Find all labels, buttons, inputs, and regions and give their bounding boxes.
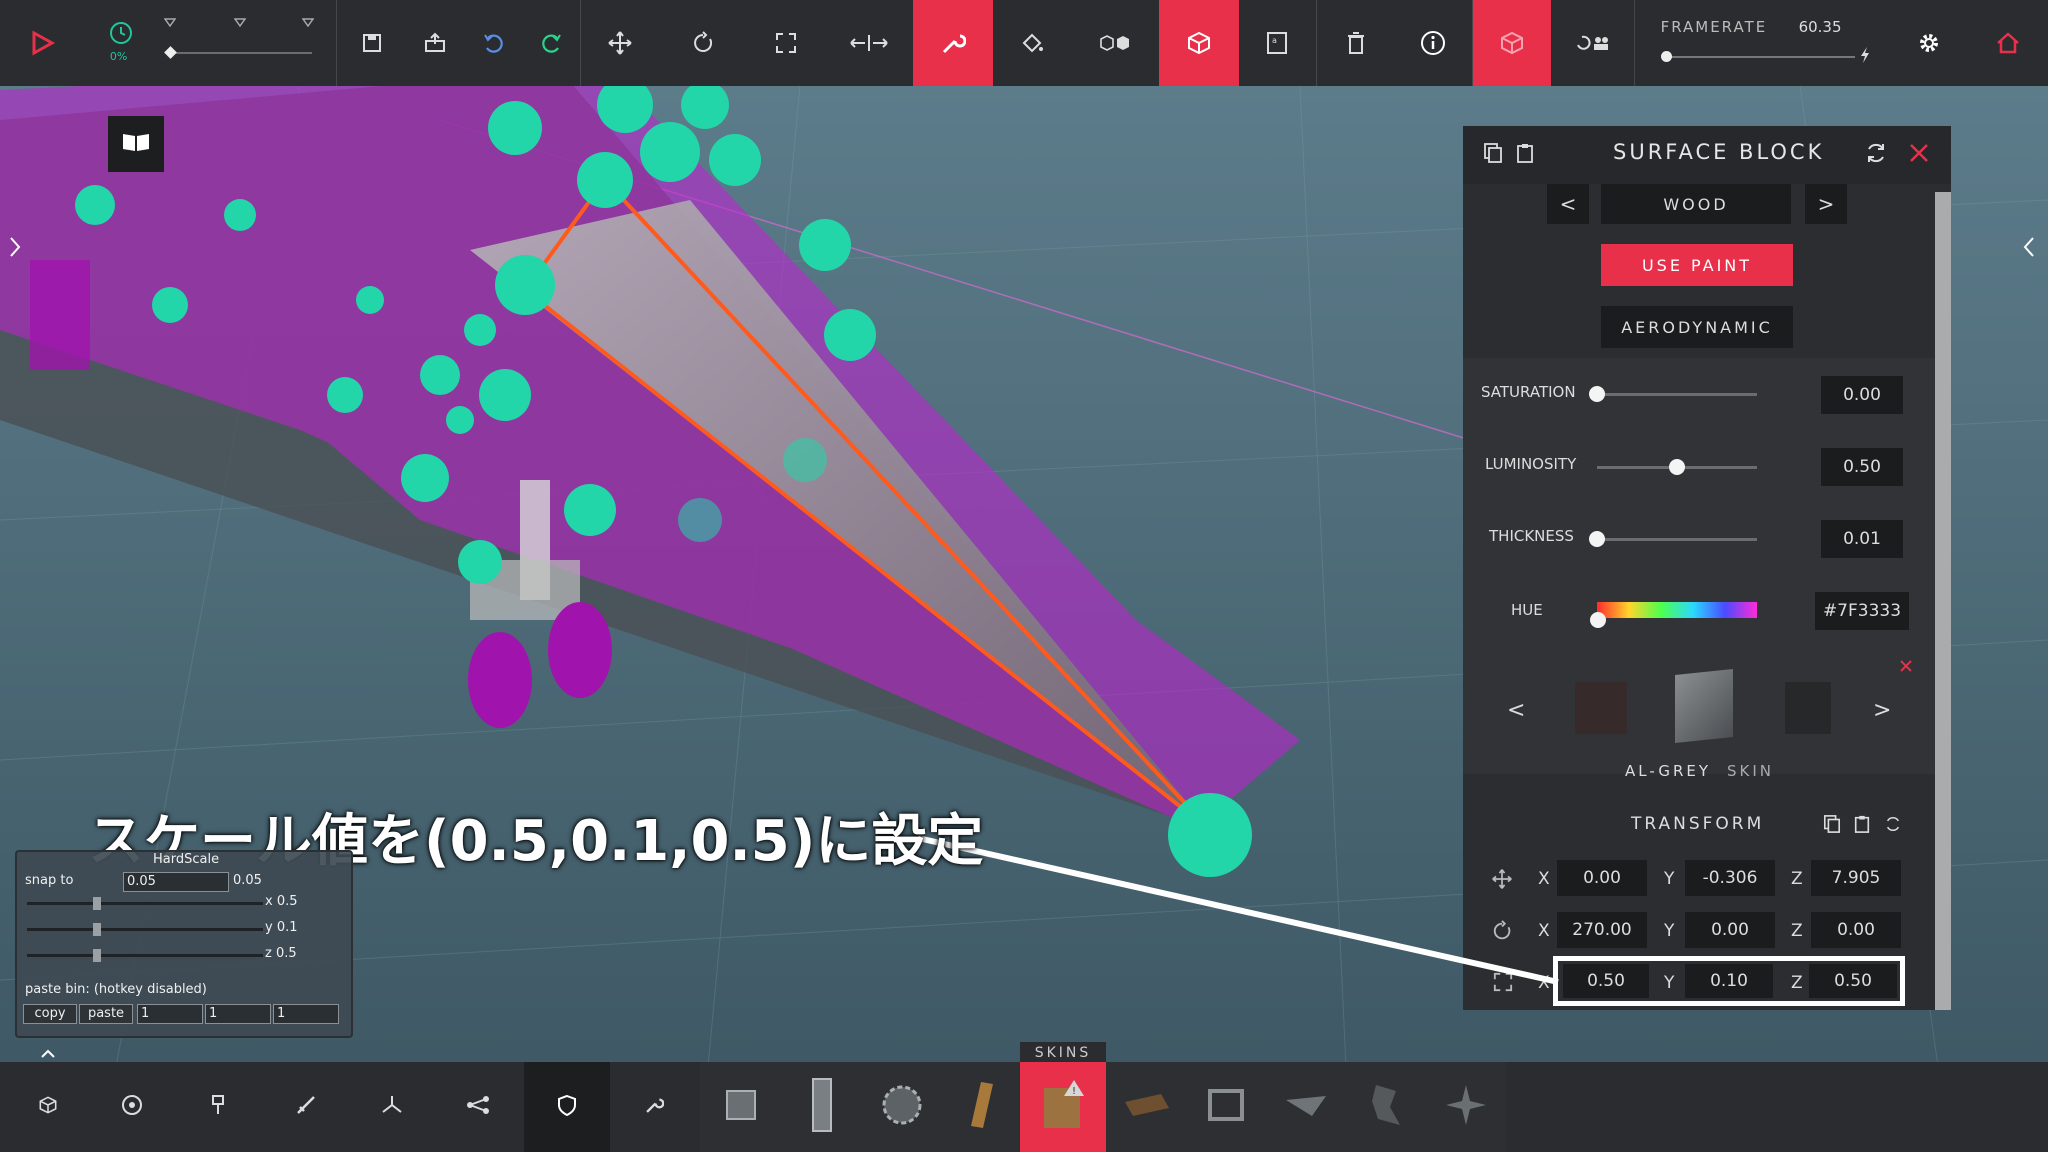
skin-item[interactable]: [1186, 1062, 1266, 1152]
paste-button[interactable]: paste: [79, 1004, 133, 1024]
propeller-icon: [380, 1094, 404, 1120]
frame-icon: [1204, 1085, 1248, 1129]
hardscale-title: HardScale: [153, 852, 220, 867]
category-mechanical[interactable]: [180, 1062, 256, 1152]
skin-item[interactable]: [1266, 1062, 1346, 1152]
category-weapons[interactable]: [268, 1062, 344, 1152]
slider-knob[interactable]: [93, 897, 101, 910]
share-icon: [466, 1095, 490, 1119]
copy-button[interactable]: copy: [23, 1004, 77, 1024]
cube-icon: [38, 1095, 58, 1119]
gear-plate-icon: [880, 1083, 924, 1131]
wood-crate-icon: !: [1038, 1078, 1088, 1136]
scale-z-label: z 0.5: [265, 946, 297, 961]
paste-field-2-value: 1: [209, 1006, 218, 1021]
scale-y-slider[interactable]: [27, 928, 263, 931]
scrap-icon: [1366, 1081, 1406, 1133]
flat-plank-icon: [1121, 1090, 1171, 1124]
paste-field-3-value: 1: [277, 1006, 286, 1021]
snap-input[interactable]: 0.05: [123, 872, 229, 892]
wood-plank-icon: [967, 1080, 997, 1134]
category-flight[interactable]: [354, 1062, 430, 1152]
scale-x-label: x 0.5: [265, 894, 298, 909]
skin-item[interactable]: [1426, 1062, 1506, 1152]
paste-field-3[interactable]: 1: [273, 1004, 339, 1024]
skin-item[interactable]: [862, 1062, 942, 1152]
paste-button-label: paste: [87, 1006, 125, 1021]
skins-tab[interactable]: SKINS: [1020, 1042, 1106, 1064]
piston-icon: [209, 1094, 227, 1120]
skin-item[interactable]: [1346, 1062, 1426, 1152]
paste-field-2[interactable]: 1: [205, 1004, 271, 1024]
skin-item-selected[interactable]: !: [1020, 1062, 1106, 1152]
wing-icon: [1282, 1090, 1330, 1124]
metal-panel-icon: [721, 1085, 761, 1129]
steel-plate-icon: [807, 1077, 837, 1137]
wheel-icon: [121, 1094, 143, 1120]
bottom-toolbar: !: [0, 1062, 2048, 1152]
paste-field-1[interactable]: 1: [137, 1004, 203, 1024]
slider-knob[interactable]: [93, 949, 101, 962]
sword-icon: [295, 1094, 317, 1120]
category-armour[interactable]: [524, 1062, 610, 1152]
hardscale-window: HardScale snap to 0.05 0.05 x 0.5 y 0.1 …: [15, 850, 353, 1038]
copy-button-label: copy: [34, 1006, 66, 1021]
snap-label: snap to: [25, 873, 74, 888]
skin-item[interactable]: [1106, 1062, 1186, 1152]
paste-bin-label: paste bin: (hotkey disabled): [25, 982, 207, 997]
scale-z-slider[interactable]: [27, 954, 263, 957]
spiky-icon: [1444, 1083, 1488, 1131]
chevron-up-icon[interactable]: [40, 1044, 56, 1063]
category-blocks[interactable]: [10, 1062, 86, 1152]
shield-icon: [557, 1094, 577, 1120]
category-automation[interactable]: [440, 1062, 516, 1152]
category-wheels[interactable]: [94, 1062, 170, 1152]
category-modding[interactable]: [612, 1062, 696, 1152]
skin-item[interactable]: [942, 1062, 1022, 1152]
snap-input-value: 0.05: [127, 874, 156, 889]
scale-y-label: y 0.1: [265, 920, 298, 935]
skin-item[interactable]: [782, 1062, 862, 1152]
wrench-icon: [644, 1095, 665, 1119]
skins-tab-label: SKINS: [1034, 1045, 1092, 1061]
snap-display: 0.05: [233, 873, 262, 888]
skin-item[interactable]: [700, 1062, 782, 1152]
svg-text:!: !: [1072, 1086, 1076, 1097]
slider-knob[interactable]: [93, 923, 101, 936]
paste-field-1-value: 1: [141, 1006, 150, 1021]
scale-x-slider[interactable]: [27, 902, 263, 905]
